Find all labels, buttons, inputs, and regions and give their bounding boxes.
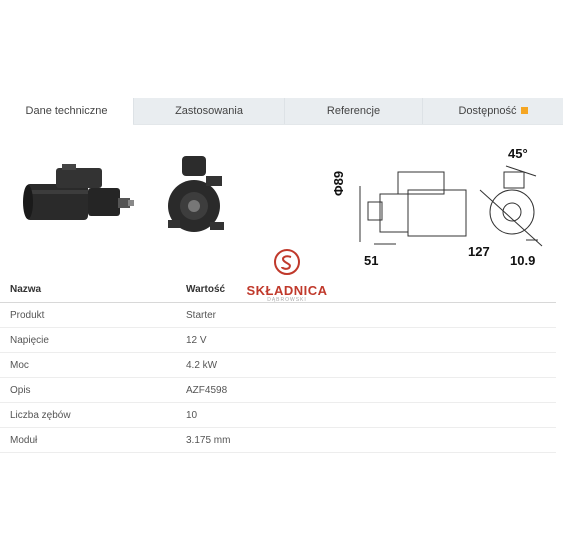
starter-front-photo[interactable]: [160, 150, 240, 245]
row-value: 4.2 kW: [176, 352, 556, 378]
spec-table: Nazwa Wartość Produkt Starter Napięcie 12 …: [0, 276, 556, 453]
tab-bar: Dane techniczne Zastosowania Referencje …: [0, 98, 563, 125]
row-name: Produkt: [0, 302, 176, 328]
dimension-length: 51: [364, 253, 379, 268]
row-name: Napięcie: [0, 327, 176, 353]
tab-label: Referencje: [326, 105, 381, 117]
tab-label: Zastosowania: [175, 105, 243, 117]
dimension-width: 127: [468, 244, 490, 259]
dimension-drawing: [359, 165, 543, 247]
tab-label: Dane techniczne: [25, 105, 108, 117]
table-row: Opis AZF4598: [0, 377, 556, 403]
row-name: Moduł: [0, 427, 176, 453]
row-value: 3.175 mm: [176, 427, 556, 453]
table-row: Moduł 3.175 mm: [0, 427, 556, 453]
tab-dane-techniczne[interactable]: Dane techniczne: [0, 98, 133, 125]
tab-referencje[interactable]: Referencje: [284, 98, 422, 124]
dimension-offset: 10.9: [510, 253, 536, 268]
table-row: Liczba zębów 10: [0, 402, 556, 428]
table-row: Produkt Starter: [0, 302, 556, 328]
starter-side-photo[interactable]: [18, 160, 138, 230]
table-header-row: Nazwa Wartość: [0, 276, 556, 303]
availability-indicator-icon: [520, 107, 528, 114]
row-value: AZF4598: [176, 377, 556, 403]
table-row: Moc 4.2 kW: [0, 352, 556, 378]
tab-dostepnosc[interactable]: Dostępność: [422, 98, 563, 124]
row-name: Opis: [0, 377, 176, 403]
logo-circle-icon: [274, 249, 300, 275]
row-name: Liczba zębów: [0, 402, 176, 428]
row-value: Starter: [176, 302, 556, 328]
dimension-angle: 45°: [508, 146, 528, 161]
row-value: 10: [176, 402, 556, 428]
header-name: Nazwa: [0, 276, 176, 303]
dimension-diameter: Φ89: [331, 170, 346, 196]
table-row: Napięcie 12 V: [0, 327, 556, 353]
header-value: Wartość: [176, 276, 556, 303]
tab-zastosowania[interactable]: Zastosowania: [133, 98, 284, 124]
tab-label: Dostępność: [458, 105, 517, 117]
row-name: Moc: [0, 352, 176, 378]
row-value: 12 V: [176, 327, 556, 353]
